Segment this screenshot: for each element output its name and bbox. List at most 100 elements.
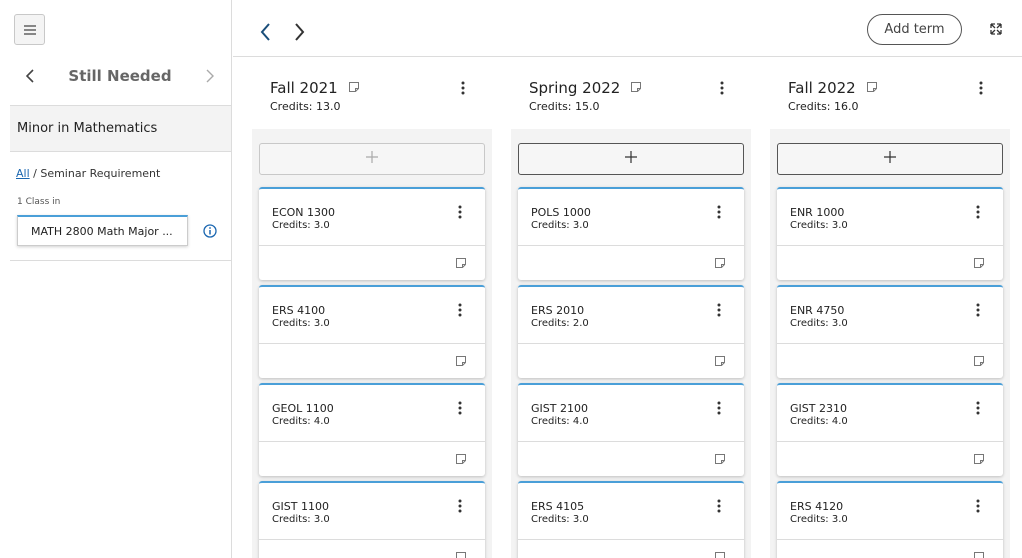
note-icon[interactable] (455, 452, 467, 470)
chevron-right-icon (206, 69, 215, 83)
note-icon[interactable] (348, 79, 360, 97)
course-card[interactable]: ENR 1000 Credits: 3.0 (777, 187, 1003, 280)
term-name: Fall 2022 (788, 79, 856, 97)
term-column: Spring 2022 Credits: 15.0 POLS 1000 Cred… (511, 57, 751, 558)
requirement-heading[interactable]: Minor in Mathematics (10, 105, 231, 152)
note-icon[interactable] (866, 79, 878, 97)
expand-icon (990, 23, 1002, 35)
note-icon[interactable] (714, 550, 726, 558)
term-course-list: ENR 1000 Credits: 3.0 ENR 4750 Credits: … (770, 129, 1010, 558)
course-credits: Credits: 3.0 (272, 514, 330, 525)
still-needed-next-button[interactable] (190, 60, 230, 92)
course-code: ENR 1000 (790, 206, 845, 219)
course-code: GIST 2100 (531, 402, 588, 415)
course-code: GEOL 1100 (272, 402, 334, 415)
note-icon[interactable] (714, 354, 726, 372)
note-icon[interactable] (714, 452, 726, 470)
course-menu-icon[interactable] (717, 499, 721, 518)
course-menu-icon[interactable] (458, 205, 462, 224)
course-menu-icon[interactable] (717, 401, 721, 420)
sidebar: Still Needed Minor in Mathematics All / … (0, 0, 232, 558)
term-menu-icon[interactable] (720, 81, 724, 100)
add-term-button[interactable]: Add term (867, 14, 962, 45)
card-divider (777, 441, 1003, 442)
course-menu-icon[interactable] (976, 303, 980, 322)
course-card[interactable]: POLS 1000 Credits: 3.0 (518, 187, 744, 280)
term-course-list: ECON 1300 Credits: 3.0 ERS 4100 Credits:… (252, 129, 492, 558)
note-icon[interactable] (714, 256, 726, 274)
term-title-row: Fall 2022 (788, 79, 878, 97)
course-credits: Credits: 3.0 (790, 318, 848, 329)
course-card[interactable]: ERS 4105 Credits: 3.0 (518, 481, 744, 558)
note-icon[interactable] (973, 452, 985, 470)
course-code: GIST 2310 (790, 402, 847, 415)
course-credits: Credits: 3.0 (790, 514, 848, 525)
course-card[interactable]: ERS 4120 Credits: 3.0 (777, 481, 1003, 558)
course-code: POLS 1000 (531, 206, 591, 219)
term-credits: Credits: 13.0 (270, 100, 341, 113)
note-icon[interactable] (973, 354, 985, 372)
note-icon[interactable] (455, 256, 467, 274)
term-menu-icon[interactable] (461, 81, 465, 100)
note-icon[interactable] (455, 550, 467, 558)
menu-button[interactable] (14, 14, 45, 45)
breadcrumb-separator: / (29, 167, 41, 180)
card-divider (777, 343, 1003, 344)
course-card[interactable]: GEOL 1100 Credits: 4.0 (259, 383, 485, 476)
note-icon[interactable] (630, 79, 642, 97)
next-terms-button[interactable] (287, 18, 311, 46)
course-code: ERS 4120 (790, 500, 844, 513)
still-needed-prev-button[interactable] (10, 60, 50, 92)
info-icon[interactable] (203, 224, 217, 243)
card-divider (518, 343, 744, 344)
course-code: ENR 4750 (790, 304, 845, 317)
chevron-left-icon (25, 69, 34, 83)
course-menu-icon[interactable] (717, 303, 721, 322)
course-menu-icon[interactable] (717, 205, 721, 224)
term-column: Fall 2022 Credits: 16.0 ENR 1000 Credits… (770, 57, 1010, 558)
expand-button[interactable] (990, 22, 1002, 40)
card-divider (259, 539, 485, 540)
term-header: Spring 2022 Credits: 15.0 (529, 79, 642, 113)
add-course-button[interactable] (259, 143, 485, 175)
course-card[interactable]: GIST 1100 Credits: 3.0 (259, 481, 485, 558)
course-card[interactable]: GIST 2310 Credits: 4.0 (777, 383, 1003, 476)
course-card[interactable]: ENR 4750 Credits: 3.0 (777, 285, 1003, 378)
previous-terms-button[interactable] (253, 18, 277, 46)
course-menu-icon[interactable] (976, 401, 980, 420)
note-icon[interactable] (455, 354, 467, 372)
card-divider (777, 539, 1003, 540)
needed-course-chip[interactable]: MATH 2800 Math Major ... (17, 215, 188, 246)
course-menu-icon[interactable] (458, 499, 462, 518)
course-code: ERS 2010 (531, 304, 585, 317)
breadcrumb-current: Seminar Requirement (40, 167, 161, 180)
note-icon[interactable] (973, 550, 985, 558)
add-course-button[interactable] (518, 143, 744, 175)
course-card[interactable]: GIST 2100 Credits: 4.0 (518, 383, 744, 476)
course-credits: Credits: 3.0 (790, 220, 848, 231)
course-card[interactable]: ECON 1300 Credits: 3.0 (259, 187, 485, 280)
course-credits: Credits: 3.0 (531, 220, 589, 231)
card-divider (518, 441, 744, 442)
breadcrumb-all-link[interactable]: All (16, 167, 30, 180)
add-course-button[interactable] (777, 143, 1003, 175)
note-icon[interactable] (973, 256, 985, 274)
course-credits: Credits: 3.0 (272, 220, 330, 231)
course-card[interactable]: ERS 4100 Credits: 3.0 (259, 285, 485, 378)
card-divider (259, 441, 485, 442)
course-menu-icon[interactable] (976, 205, 980, 224)
course-menu-icon[interactable] (458, 303, 462, 322)
course-credits: Credits: 3.0 (531, 514, 589, 525)
course-menu-icon[interactable] (458, 401, 462, 420)
course-menu-icon[interactable] (976, 499, 980, 518)
card-divider (259, 343, 485, 344)
card-divider (777, 245, 1003, 246)
course-code: GIST 1100 (272, 500, 329, 513)
hamburger-icon (23, 24, 36, 35)
course-credits: Credits: 4.0 (272, 416, 330, 427)
term-menu-icon[interactable] (979, 81, 983, 100)
term-name: Spring 2022 (529, 79, 621, 97)
term-title-row: Spring 2022 (529, 79, 642, 97)
course-card[interactable]: ERS 2010 Credits: 2.0 (518, 285, 744, 378)
term-title-row: Fall 2021 (270, 79, 360, 97)
